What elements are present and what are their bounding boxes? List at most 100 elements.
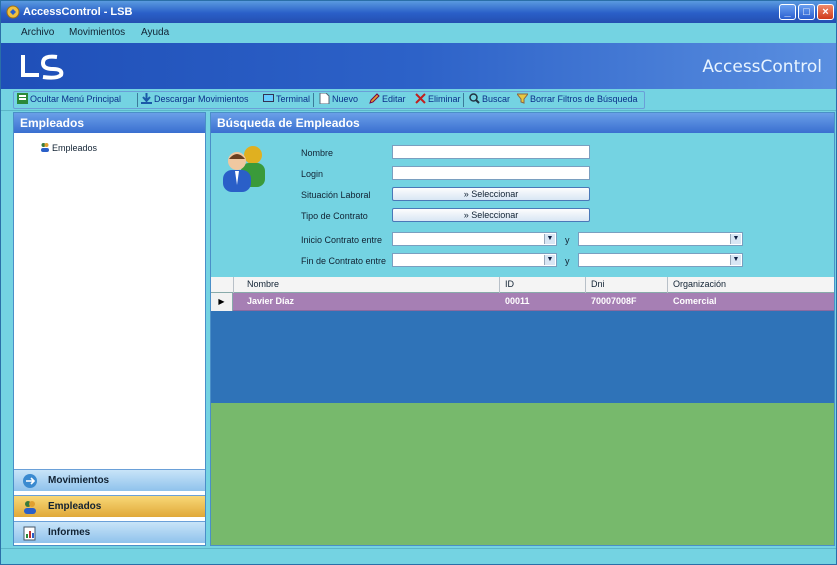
nav-empleados[interactable]: Empleados bbox=[14, 495, 205, 517]
reports-icon bbox=[23, 526, 36, 541]
toolbar-label: Editar bbox=[382, 94, 406, 104]
select-button-label: Seleccionar bbox=[471, 210, 519, 220]
toolbar-label: Ocultar Menú Principal bbox=[30, 94, 122, 104]
cell-dni[interactable]: 70007008F bbox=[591, 296, 637, 306]
status-bar bbox=[1, 548, 836, 564]
sidebar-header: Empleados bbox=[14, 113, 205, 133]
toolbar-delete-button[interactable]: Eliminar bbox=[415, 93, 461, 108]
panel-title: Búsqueda de Empleados bbox=[211, 113, 834, 133]
chevron-down-icon[interactable]: ▼ bbox=[730, 255, 741, 265]
toolbar-hide-menu-button[interactable]: Ocultar Menú Principal bbox=[17, 93, 121, 108]
menu-bar: Archivo Movimientos Ayuda bbox=[1, 23, 836, 43]
maximize-button[interactable]: □ bbox=[798, 4, 815, 20]
sidebar: Empleados Empleados Movimientos Empleado… bbox=[13, 112, 206, 546]
results-grid[interactable]: Nombre ID Dni Organización ▶ Javier Díaz… bbox=[211, 277, 834, 545]
menu-archivo[interactable]: Archivo bbox=[21, 27, 54, 38]
label-situacion-laboral: Situación Laboral bbox=[301, 190, 371, 200]
login-input[interactable] bbox=[392, 166, 590, 180]
column-separator bbox=[233, 277, 234, 293]
grid-header: Nombre ID Dni Organización bbox=[211, 277, 834, 293]
label-tipo-contrato: Tipo de Contrato bbox=[301, 211, 368, 221]
column-header-dni[interactable]: Dni bbox=[591, 279, 605, 289]
inicio-desde-datepicker[interactable]: ▼ bbox=[392, 232, 557, 246]
toolbar-separator bbox=[463, 93, 464, 107]
tipo-contrato-select-button[interactable]: » Seleccionar bbox=[392, 208, 590, 222]
new-icon bbox=[319, 93, 330, 104]
toolbar-label: Borrar Filtros de Búsqueda bbox=[530, 94, 638, 104]
toolbar-label: Eliminar bbox=[428, 94, 461, 104]
column-header-id[interactable]: ID bbox=[505, 279, 514, 289]
column-header-nombre[interactable]: Nombre bbox=[247, 279, 279, 289]
nav-label: Movimientos bbox=[48, 475, 110, 486]
double-chevron-icon: » bbox=[463, 210, 469, 220]
toolbar-separator bbox=[137, 93, 138, 107]
menu-movimientos[interactable]: Movimientos bbox=[69, 27, 125, 38]
table-row[interactable]: ▶ Javier Díaz 00011 70007008F Comercial bbox=[211, 293, 834, 311]
menu-ayuda[interactable]: Ayuda bbox=[141, 27, 169, 38]
toolbar-download-button[interactable]: Descargar Movimientos bbox=[141, 93, 249, 108]
select-button-label: Seleccionar bbox=[471, 189, 519, 199]
toolbar-clear-filters-button[interactable]: Borrar Filtros de Búsqueda bbox=[517, 93, 638, 108]
label-fin-contrato: Fin de Contrato entre bbox=[301, 256, 387, 266]
label-y: y bbox=[565, 235, 570, 245]
toolbar-label: Descargar Movimientos bbox=[154, 94, 249, 104]
toolbar-label: Nuevo bbox=[332, 94, 359, 104]
toolbar-label: Terminal bbox=[276, 94, 311, 104]
users-icon bbox=[41, 143, 49, 152]
delete-icon bbox=[415, 93, 426, 104]
tree-item-empleados[interactable]: Empleados bbox=[40, 142, 97, 153]
search-icon bbox=[469, 93, 480, 104]
cell-nombre[interactable]: Javier Díaz bbox=[247, 296, 294, 306]
banner: AccessControl bbox=[1, 43, 836, 89]
app-icon bbox=[6, 5, 20, 19]
situacion-select-button[interactable]: » Seleccionar bbox=[392, 187, 590, 201]
nav-label: Empleados bbox=[48, 501, 102, 512]
label-y: y bbox=[565, 256, 570, 266]
label-inicio-contrato: Inicio Contrato entre bbox=[301, 235, 383, 245]
cell-organizacion[interactable]: Comercial bbox=[673, 296, 717, 306]
inicio-hasta-datepicker[interactable]: ▼ bbox=[578, 232, 743, 246]
title-bar[interactable]: AccessControl - LSB _ □ × bbox=[1, 1, 836, 23]
column-header-organizacion[interactable]: Organización bbox=[673, 279, 726, 289]
fin-desde-datepicker[interactable]: ▼ bbox=[392, 253, 557, 267]
edit-icon bbox=[369, 93, 380, 104]
toolbar-search-button[interactable]: Buscar bbox=[469, 93, 510, 108]
app-window: AccessControl - LSB _ □ × Archivo Movimi… bbox=[0, 0, 837, 565]
clear-filter-icon bbox=[517, 93, 528, 104]
nombre-input[interactable] bbox=[392, 145, 590, 159]
terminal-icon bbox=[263, 94, 274, 102]
column-separator bbox=[499, 277, 500, 293]
toolbar-edit-button[interactable]: Editar bbox=[369, 93, 406, 108]
label-login: Login bbox=[301, 169, 324, 179]
main-panel: Búsqueda de Empleados Nombre Login Situa… bbox=[210, 112, 835, 546]
column-separator bbox=[667, 277, 668, 293]
chevron-down-icon[interactable]: ▼ bbox=[544, 255, 555, 265]
toolbar-label: Buscar bbox=[482, 94, 511, 104]
chevron-down-icon[interactable]: ▼ bbox=[730, 234, 741, 244]
menu-icon bbox=[17, 93, 28, 104]
label-nombre: Nombre bbox=[301, 148, 334, 158]
double-chevron-icon: » bbox=[463, 189, 469, 199]
toolbar: Ocultar Menú Principal Descargar Movimie… bbox=[1, 89, 836, 111]
window-title: AccessControl - LSB bbox=[23, 6, 133, 18]
download-icon bbox=[141, 93, 152, 104]
nav-informes[interactable]: Informes bbox=[14, 521, 205, 543]
cell-id[interactable]: 00011 bbox=[505, 296, 530, 306]
close-button[interactable]: × bbox=[817, 4, 834, 20]
tree-item-label: Empleados bbox=[52, 143, 98, 153]
toolbar-separator bbox=[313, 93, 314, 107]
minimize-button[interactable]: _ bbox=[779, 4, 796, 20]
fin-hasta-datepicker[interactable]: ▼ bbox=[578, 253, 743, 267]
employees-large-icon bbox=[223, 146, 265, 192]
column-separator bbox=[585, 277, 586, 293]
grid-empty-area bbox=[211, 311, 834, 403]
brand-title: AccessControl bbox=[702, 57, 822, 77]
employees-icon bbox=[24, 501, 36, 514]
nav-movimientos[interactable]: Movimientos bbox=[14, 469, 205, 491]
chevron-down-icon[interactable]: ▼ bbox=[544, 234, 555, 244]
toolbar-terminal-button[interactable]: Terminal bbox=[263, 93, 310, 108]
grid-background bbox=[211, 403, 834, 545]
toolbar-new-button[interactable]: Nuevo bbox=[319, 93, 358, 108]
row-selector-arrow-icon[interactable]: ▶ bbox=[211, 293, 233, 311]
movements-icon bbox=[23, 474, 37, 488]
